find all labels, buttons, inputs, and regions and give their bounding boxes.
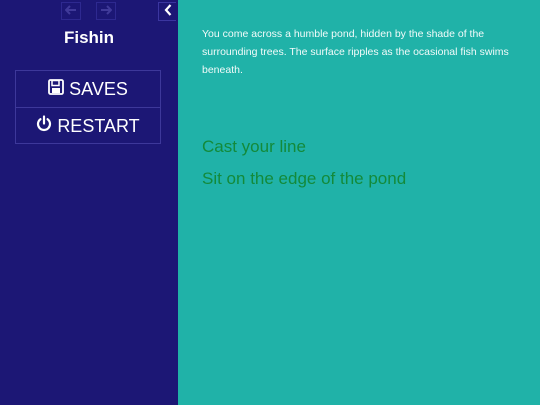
passage-area: You come across a humble pond, hidden by…	[178, 0, 540, 405]
restart-button[interactable]: RESTART	[16, 107, 160, 144]
story-title: Fishin	[63, 28, 115, 47]
power-icon	[36, 115, 57, 137]
choice-link-sit-edge[interactable]: Sit on the edge of the pond	[202, 169, 406, 189]
saves-button[interactable]: SAVES	[16, 71, 160, 107]
sidebar: Fishin SAVES RESTART	[0, 0, 178, 405]
passage-text: You come across a humble pond, hidden by…	[202, 28, 509, 76]
sidebar-menu: SAVES RESTART	[15, 70, 161, 144]
restart-label: RESTART	[57, 115, 140, 136]
chevron-left-icon	[164, 3, 172, 21]
history-forward-button[interactable]	[96, 2, 116, 20]
save-icon	[48, 78, 69, 100]
saves-label: SAVES	[69, 78, 128, 99]
sidebar-collapse-button[interactable]	[158, 2, 176, 21]
arrow-left-icon	[64, 2, 77, 20]
choice-link-cast-line[interactable]: Cast your line	[202, 137, 306, 157]
arrow-right-icon	[100, 2, 113, 20]
history-back-button[interactable]	[61, 2, 81, 20]
